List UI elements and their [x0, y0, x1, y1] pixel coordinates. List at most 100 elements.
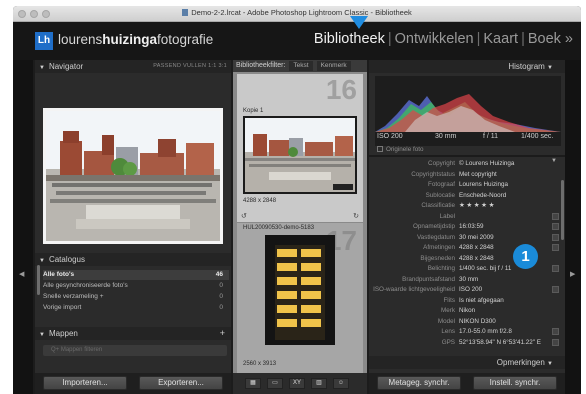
metadata-row[interactable]: Opnametijdstip 16:03:59: [369, 222, 565, 231]
metadata-row[interactable]: Sublocatie Enschede-Noord: [369, 191, 565, 200]
survey-view-icon[interactable]: ▥: [311, 378, 327, 389]
grid-cell[interactable]: 17 HUL20090530-demo-5183 2560 x 3913: [237, 223, 363, 373]
sync-settings-button[interactable]: Instell. synchr.: [473, 376, 557, 390]
metadata-row[interactable]: Copyright © Lourens Huizinga: [369, 159, 565, 168]
right-panel-scrollbar[interactable]: [561, 180, 564, 240]
module-book[interactable]: Boek »: [528, 31, 573, 47]
metadata-key: Opnametijdstip: [413, 223, 455, 230]
rotate-left-icon[interactable]: ↺: [241, 212, 247, 220]
module-develop[interactable]: Ontwikkelen: [395, 31, 474, 47]
metadata-key: Bijgesneden: [420, 254, 455, 262]
metadata-row[interactable]: Lens 17.0-55.0 mm f/2.8: [369, 327, 565, 336]
metadata-value: © Lourens Huizinga: [459, 160, 515, 167]
folder-search-input[interactable]: Q+ Mappen filteren: [43, 345, 227, 356]
histogram-info: ISO 200 30 mm f / 11 1/400 sec.: [377, 133, 561, 143]
catalog-row-quick-collection[interactable]: Snelle verzameling +0: [43, 292, 229, 302]
metadata-action-icon[interactable]: [552, 265, 559, 272]
metadata-value: Nikon: [459, 307, 476, 314]
cell-index: 16: [325, 74, 357, 105]
metadata-row[interactable]: Fotograaf Lourens Huizinga: [369, 180, 565, 189]
title-bar: Demo-2-2.lrcat - Adobe Photoshop Lightro…: [13, 6, 581, 22]
export-button[interactable]: Exporteren...: [139, 376, 223, 390]
right-panel: Histogram ▼ ISO 200 30 mm f / 11 1/400 s…: [369, 60, 565, 373]
document-icon: [182, 9, 189, 16]
metadata-action-icon[interactable]: [552, 328, 559, 335]
metadata-action-icon[interactable]: [552, 233, 559, 241]
collapse-right-icon[interactable]: ▶: [570, 270, 575, 278]
original-photo-checkbox[interactable]: Originele foto: [377, 146, 423, 153]
lightroom-window: Demo-2-2.lrcat - Adobe Photoshop Lightro…: [13, 6, 581, 394]
mappen-header[interactable]: ▼ Mappen +: [35, 327, 231, 340]
metadata-action-icon[interactable]: [552, 338, 559, 346]
navigator-header[interactable]: ▼ Navigator PASSEND VULLEN 1:1 3:1: [35, 60, 231, 73]
metadata-row[interactable]: Flits Is niet afgegaan: [369, 296, 565, 305]
metadata-action-icon[interactable]: [552, 223, 559, 230]
thumbnail-photo[interactable]: [243, 116, 357, 194]
aperture-value: f / 11: [483, 133, 499, 140]
cell-dimensions: 4288 x 2848: [243, 198, 277, 204]
left-panel-scrollbar[interactable]: [37, 265, 40, 295]
grid-view-icon[interactable]: ▦: [245, 378, 261, 389]
metadata-key: Fotograaf: [428, 181, 455, 188]
metadata-row[interactable]: Classificatie ★ ★ ★ ★ ★: [369, 201, 565, 210]
metadata-value: Is niet afgegaan: [459, 296, 504, 304]
expand-triangle-icon: ▼: [547, 361, 553, 367]
compare-view-icon[interactable]: XY: [289, 378, 305, 389]
metadata-row[interactable]: Model NIKON D300: [369, 317, 565, 326]
metadata-key: Sublocatie: [425, 191, 455, 199]
navigator-preview[interactable]: [43, 108, 223, 244]
focal-length: 30 mm: [435, 133, 457, 140]
metadata-row[interactable]: Belichting 1/400 sec. bij f / 11: [369, 264, 565, 273]
metadata-value: ★ ★ ★ ★ ★: [459, 202, 495, 209]
metadata-row[interactable]: Merk Nikon: [369, 306, 565, 315]
filter-text-button[interactable]: Tekst: [289, 61, 313, 71]
navigator-zoom-options[interactable]: PASSEND VULLEN 1:1 3:1: [153, 60, 227, 73]
thumbnail-photo[interactable]: [265, 235, 335, 345]
metadata-row[interactable]: GPS 52°13'58.94" N 6°53'41.22" E: [369, 338, 565, 347]
right-panel-buttons: Metageg. synchr. Instell. synchr.: [369, 373, 565, 394]
metadata-row[interactable]: Label: [369, 212, 565, 221]
histogram-header[interactable]: Histogram ▼: [369, 60, 565, 73]
catalogus-header[interactable]: ▼ Catalogus: [35, 253, 231, 266]
metadata-value: Met copyright: [459, 170, 497, 178]
window-title: Demo-2-2.lrcat - Adobe Photoshop Lightro…: [191, 8, 412, 17]
histogram-graph: [375, 94, 561, 132]
add-folder-button[interactable]: +: [220, 327, 225, 340]
metadata-value: 4288 x 2848: [459, 254, 494, 262]
catalog-row-synced[interactable]: Alle gesynchroniseerde foto's 0: [43, 281, 229, 291]
catalog-row-previous-import[interactable]: Vorige import 0: [43, 303, 229, 313]
people-view-icon[interactable]: ☺: [333, 378, 349, 389]
right-edge-bar[interactable]: ▶: [565, 60, 581, 394]
metadata-action-icon[interactable]: [552, 286, 559, 293]
thumbnail-image: [245, 118, 355, 192]
checkbox-icon: [377, 146, 383, 152]
expand-triangle-icon: ▼: [39, 65, 45, 71]
grid-cell-selected[interactable]: 16 Kopie 1 4288 x 2848 ↺ ↻: [237, 74, 363, 222]
metadata-row[interactable]: ISO-waarde lichtgevoeligheid ISO 200: [369, 285, 565, 294]
metadata-row[interactable]: Vastlegdatum 30 mei 2009: [369, 233, 565, 242]
catalog-row-all-photos[interactable]: Alle foto's 46: [43, 270, 229, 280]
metadata-row[interactable]: Brandpuntsafstand 30 mm: [369, 275, 565, 284]
metadata-key: Classificatie: [421, 202, 455, 209]
metadata-value: 1/400 sec. bij f / 11: [459, 265, 512, 272]
callout-badge: 1: [513, 244, 538, 269]
metadata-key: Model: [437, 317, 455, 325]
opmerkingen-header[interactable]: Opmerkingen ▼: [369, 356, 565, 369]
metadata-action-icon[interactable]: [552, 244, 559, 251]
module-library[interactable]: Bibliotheek: [314, 31, 385, 47]
brand-logo: Lh: [35, 32, 53, 50]
collapse-left-icon[interactable]: ◀: [19, 270, 24, 278]
metadata-value: 16:03:59: [459, 223, 484, 230]
metadata-row[interactable]: Copyrightstatus Met copyright: [369, 170, 565, 179]
module-map[interactable]: Kaart: [483, 31, 518, 47]
loupe-view-icon[interactable]: ▭: [267, 378, 283, 389]
sync-metadata-button[interactable]: Metageg. synchr.: [377, 376, 461, 390]
metadata-value: Lourens Huizinga: [459, 181, 509, 188]
import-button[interactable]: Importeren...: [43, 376, 127, 390]
shutter-speed: 1/400 sec.: [521, 133, 554, 140]
filter-attribute-button[interactable]: Kenmerk: [316, 61, 351, 71]
metadata-value: 30 mei 2009: [459, 233, 494, 241]
left-edge-bar[interactable]: ◀: [13, 60, 33, 394]
rotate-right-icon[interactable]: ↻: [353, 212, 359, 220]
metadata-action-icon[interactable]: [552, 212, 559, 220]
